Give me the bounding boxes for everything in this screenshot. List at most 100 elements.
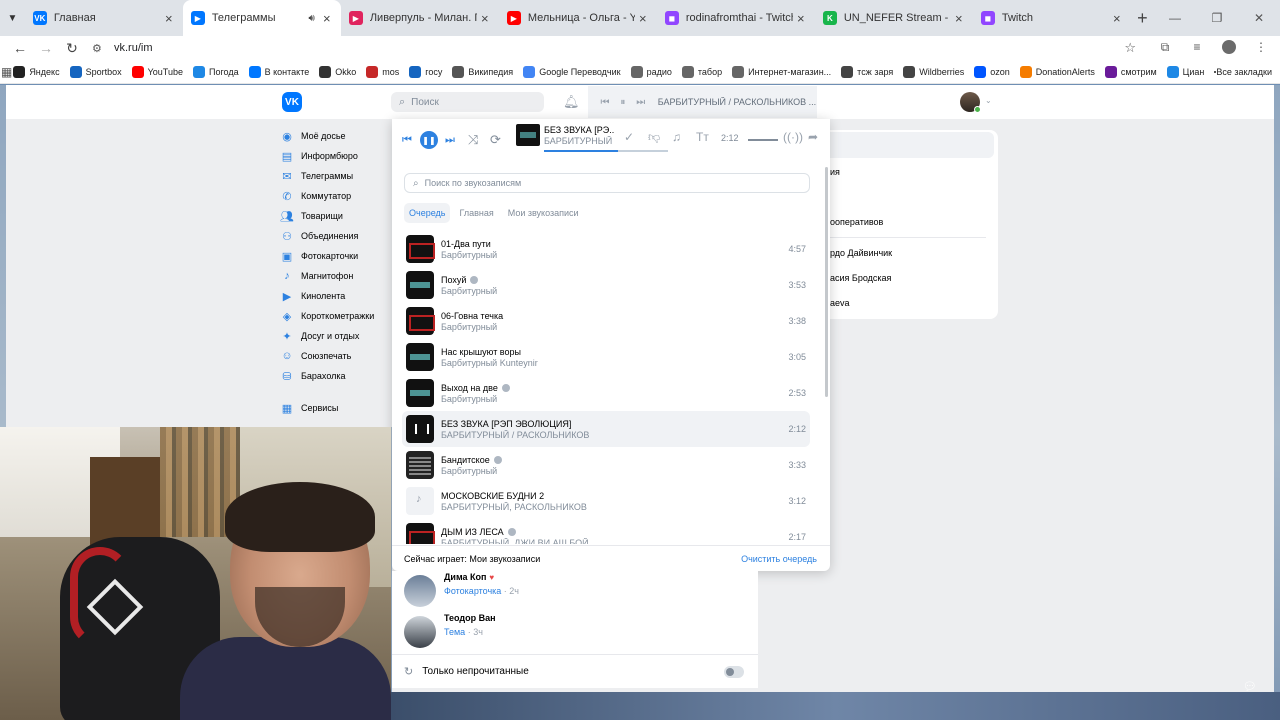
menu-item[interactable]: ☺ Союзпечать: [280, 346, 390, 366]
track-progress-bar[interactable]: [544, 150, 668, 152]
browser-tab[interactable]: K UN_NEFER Stream - Watch Live×: [815, 0, 973, 36]
track-artist[interactable]: БАРБИТУРНЫЙ, ДЖИ ВИ АШ БОЙ: [441, 538, 771, 545]
menu-item-services[interactable]: ▦ Сервисы: [280, 398, 390, 418]
browser-tab[interactable]: ▶ Мельница - Ольга - YouTube×: [499, 0, 657, 36]
chevron-down-icon[interactable]: ⌄: [985, 96, 992, 105]
track-artist[interactable]: БАРБИТУРНЫЙ, РАСКОЛЬНИКОВ: [441, 502, 771, 512]
track-artist[interactable]: Барбитурный: [441, 394, 771, 404]
next-track-icon[interactable]: ⏭: [445, 134, 455, 147]
bookmark-item[interactable]: Циан: [1166, 65, 1204, 78]
bookmark-item[interactable]: радио: [630, 65, 672, 78]
menu-item[interactable]: ✉ Телеграммы: [280, 166, 390, 186]
share-icon[interactable]: ➦: [808, 130, 818, 144]
url-text[interactable]: vk.ru/im: [114, 42, 153, 54]
close-tab-icon[interactable]: ×: [161, 11, 177, 26]
track-row[interactable]: БЕЗ ЗВУКА [РЭП ЭВОЛЮЦИЯ] БАРБИТУРНЫЙ / РА…: [402, 411, 810, 447]
vk-search-input[interactable]: ⌕ Поиск: [391, 92, 544, 112]
unread-only-toggle[interactable]: [724, 666, 744, 678]
back-icon[interactable]: ←: [8, 40, 32, 56]
address-bar[interactable]: ⚙ vk.ru/im ☆: [92, 37, 1154, 59]
track-row[interactable]: Нас крышуют воры Барбитурный Kunteynir 3:0…: [402, 339, 810, 375]
current-track-artist[interactable]: БАРБИТУРНЫЙ ...: [544, 136, 614, 146]
track-artist[interactable]: Барбитурный: [441, 286, 771, 296]
menu-item[interactable]: 👥︎ Товарищи: [280, 206, 390, 226]
right-panel-item[interactable]: ооперативов: [830, 217, 883, 227]
bookmark-item[interactable]: Wildberries: [903, 65, 964, 78]
all-bookmarks[interactable]: Все закладки: [1214, 67, 1272, 77]
menu-item[interactable]: ✦ Досуг и отдых: [280, 326, 390, 346]
menu-item[interactable]: ✆ Коммутатор: [280, 186, 390, 206]
menu-item[interactable]: ▤ Информбюро: [280, 146, 390, 166]
header-mini-player[interactable]: ⏮ ⏸ ⏭ БАРБИТУРНЫЙ / РАСКОЛЬНИКОВ ...: [588, 86, 817, 118]
reload-icon[interactable]: ↻: [60, 40, 84, 57]
repeat-icon[interactable]: ⟳: [490, 132, 501, 148]
track-row[interactable]: ДЫМ ИЗ ЛЕСА БАРБИТУРНЫЙ, ДЖИ ВИ АШ БОЙ 2:1…: [402, 519, 810, 544]
bookmark-item[interactable]: смотрим: [1104, 65, 1157, 78]
pause-icon[interactable]: ⏸: [614, 97, 632, 108]
track-row[interactable]: МОСКОВСКИЕ БУДНИ 2БАРБИТУРНЫЙ, РАСКОЛЬНИ…: [402, 483, 810, 519]
browser-tab[interactable]: ▶ Ливерпуль - Милан. Повтор×: [341, 0, 499, 36]
player-tab[interactable]: Очередь: [404, 203, 451, 223]
audio-search-input[interactable]: ⌕ Поиск по звукозаписям: [404, 173, 810, 193]
profile-avatar[interactable]: [1218, 39, 1240, 57]
track-cover[interactable]: [406, 271, 434, 299]
menu-item[interactable]: ⛁ Барахолка: [280, 366, 390, 386]
bookmark-item[interactable]: Википедия: [452, 65, 513, 78]
bookmark-item[interactable]: ozon: [974, 65, 1010, 78]
add-track-icon[interactable]: ✓: [624, 130, 634, 144]
bookmark-item[interactable]: В контакте: [248, 65, 309, 78]
browser-tab[interactable]: VK Главная ×: [25, 0, 183, 36]
menu-item[interactable]: ⚇ Объединения: [280, 226, 390, 246]
clear-queue-button[interactable]: Очистить очередь: [741, 554, 817, 564]
track-artist[interactable]: Барбитурный: [441, 322, 771, 332]
track-cover[interactable]: [406, 307, 435, 335]
menu-item[interactable]: ◉ Моё досье: [280, 126, 390, 146]
browser-menu-icon[interactable]: ⋮: [1250, 40, 1272, 57]
conversation-item[interactable]: Теодор Ван Тема · 3ч: [392, 612, 758, 652]
new-tab-button[interactable]: +: [1131, 8, 1154, 29]
track-artist[interactable]: Барбитурный: [441, 466, 771, 476]
menu-item[interactable]: ▣ Фотокарточки: [280, 246, 390, 266]
track-cover[interactable]: [406, 415, 434, 443]
queue-scrollbar[interactable]: [825, 167, 828, 397]
similar-tracks-icon[interactable]: ♫: [672, 130, 681, 144]
player-tab[interactable]: Мои звукозаписи: [503, 203, 584, 223]
bookmark-star-icon[interactable]: ☆: [1124, 40, 1136, 56]
bookmark-item[interactable]: госу: [409, 65, 442, 78]
right-panel-item[interactable]: асия Бродская: [830, 273, 891, 283]
track-row[interactable]: 01-Два пути Барбитурный 4:57: [402, 231, 810, 267]
close-window-icon[interactable]: ✕: [1238, 11, 1280, 25]
close-tab-icon[interactable]: ×: [635, 11, 651, 26]
right-panel-item[interactable]: рдо Дайвинчик: [830, 248, 892, 258]
track-artist[interactable]: Барбитурный: [441, 250, 771, 260]
close-tab-icon[interactable]: ×: [1109, 11, 1125, 26]
menu-item[interactable]: ♪ Магнитофон: [280, 266, 390, 286]
track-cover[interactable]: [406, 523, 435, 544]
right-panel-item[interactable]: ия: [830, 167, 840, 177]
bookmark-item[interactable]: тсж заря: [841, 65, 893, 78]
bookmark-item[interactable]: YouTube: [131, 65, 183, 78]
close-tab-icon[interactable]: ×: [951, 11, 967, 26]
bookmark-item[interactable]: Погода: [192, 65, 239, 78]
previous-track-icon[interactable]: ⏮: [402, 134, 412, 147]
track-artist[interactable]: Барбитурный Kunteynir: [441, 358, 771, 368]
notifications-bell-icon[interactable]: 🔔︎: [563, 94, 580, 110]
lyrics-icon[interactable]: Tт: [696, 130, 709, 144]
track-cover[interactable]: [406, 487, 434, 515]
close-tab-icon[interactable]: ×: [477, 11, 493, 26]
pause-button[interactable]: ❚❚: [420, 131, 438, 149]
tab-audio-icon[interactable]: 🔊︎: [309, 13, 315, 24]
track-row[interactable]: Похуй Барбитурный 3:53: [402, 267, 810, 303]
menu-item[interactable]: ◈ Короткометражки: [280, 306, 390, 326]
media-controls-icon[interactable]: ≡: [1186, 40, 1208, 57]
browser-tab[interactable]: ◼ Twitch ×: [973, 0, 1131, 36]
conversation-item[interactable]: Дима Коп ♥ Фотокарточка · 2ч: [392, 571, 758, 611]
shuffle-icon[interactable]: ⤨: [468, 132, 478, 148]
bookmark-item[interactable]: Яндекс: [13, 65, 60, 78]
site-settings-icon[interactable]: ⚙: [92, 42, 108, 55]
bookmark-item[interactable]: mos: [366, 65, 399, 78]
track-row[interactable]: Выход на две Барбитурный 2:53: [402, 375, 810, 411]
apps-grid-icon[interactable]: ▦: [0, 65, 13, 79]
volume-slider[interactable]: [748, 139, 778, 141]
dislike-icon[interactable]: 👎︎: [648, 130, 660, 145]
